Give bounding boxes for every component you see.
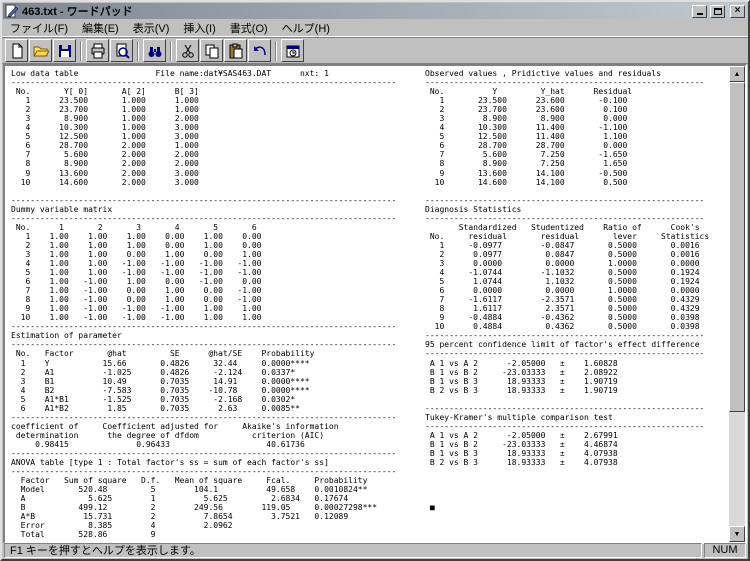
- paste-icon: [228, 43, 244, 59]
- minimize-icon: [697, 13, 703, 15]
- menu-help[interactable]: ヘルプ(H): [275, 19, 337, 37]
- minimize-button[interactable]: [692, 5, 707, 18]
- cut-button[interactable]: [176, 39, 199, 62]
- print-icon: [90, 43, 106, 59]
- document-right-column[interactable]: Observed values , Pridictive values and …: [425, 69, 709, 512]
- toolbar-separator: [275, 41, 277, 61]
- print-preview-button[interactable]: [110, 39, 133, 62]
- document-left-column[interactable]: Low data table File name:dat¥SAS463.DAT …: [11, 69, 396, 539]
- new-button[interactable]: [5, 39, 28, 62]
- menu-insert[interactable]: 挿入(I): [176, 19, 222, 37]
- titlebar[interactable]: 463.txt - ワードパッド ×: [3, 3, 747, 19]
- find-button[interactable]: [143, 39, 166, 62]
- menu-file[interactable]: ファイル(F): [3, 19, 75, 37]
- scrollbar-thumb[interactable]: [729, 82, 745, 412]
- scroll-up-icon: ▲: [734, 71, 741, 78]
- maximize-button[interactable]: [710, 5, 725, 18]
- maximize-icon: [714, 8, 722, 15]
- copy-icon: [204, 43, 220, 59]
- save-icon: [57, 43, 73, 59]
- wordpad-window: 463.txt - ワードパッド × ファイル(F) 編集(E) 表示(V) 挿…: [0, 0, 750, 561]
- cut-icon: [180, 43, 196, 59]
- open-folder-icon: [33, 43, 49, 59]
- toolbar: [2, 37, 748, 64]
- scroll-up-button[interactable]: ▲: [729, 66, 745, 82]
- window-title: 463.txt - ワードパッド: [22, 3, 689, 19]
- datetime-icon: [285, 43, 301, 59]
- status-help-text: F1 キーを押すとヘルプを表示します。: [4, 543, 702, 558]
- menu-edit[interactable]: 編集(E): [75, 19, 126, 37]
- find-icon: [147, 43, 163, 59]
- menu-format[interactable]: 書式(O): [223, 19, 275, 37]
- print-button[interactable]: [86, 39, 109, 62]
- toolbar-separator: [170, 41, 172, 61]
- menubar: ファイル(F) 編集(E) 表示(V) 挿入(I) 書式(O) ヘルプ(H): [2, 20, 748, 37]
- copy-button[interactable]: [200, 39, 223, 62]
- document-content[interactable]: Low data table File name:dat¥SAS463.DAT …: [5, 66, 729, 542]
- close-button[interactable]: ×: [730, 5, 745, 18]
- menu-view[interactable]: 表示(V): [126, 19, 177, 37]
- paste-button[interactable]: [224, 39, 247, 62]
- scroll-down-button[interactable]: ▼: [729, 526, 745, 542]
- undo-button[interactable]: [248, 39, 271, 62]
- print-preview-icon: [114, 43, 130, 59]
- open-button[interactable]: [29, 39, 52, 62]
- statusbar: F1 キーを押すとヘルプを表示します。 NUM: [3, 541, 747, 558]
- new-document-icon: [9, 43, 25, 59]
- num-lock-indicator: NUM: [704, 543, 746, 558]
- wordpad-app-icon: [5, 4, 19, 18]
- toolbar-separator: [80, 41, 82, 61]
- document-area: Low data table File name:dat¥SAS463.DAT …: [3, 64, 747, 544]
- scroll-down-icon: ▼: [734, 531, 741, 538]
- datetime-button[interactable]: [281, 39, 304, 62]
- close-icon: ×: [735, 6, 741, 16]
- save-button[interactable]: [53, 39, 76, 62]
- vertical-scrollbar[interactable]: ▲ ▼: [729, 66, 745, 542]
- undo-icon: [252, 43, 268, 59]
- toolbar-separator: [137, 41, 139, 61]
